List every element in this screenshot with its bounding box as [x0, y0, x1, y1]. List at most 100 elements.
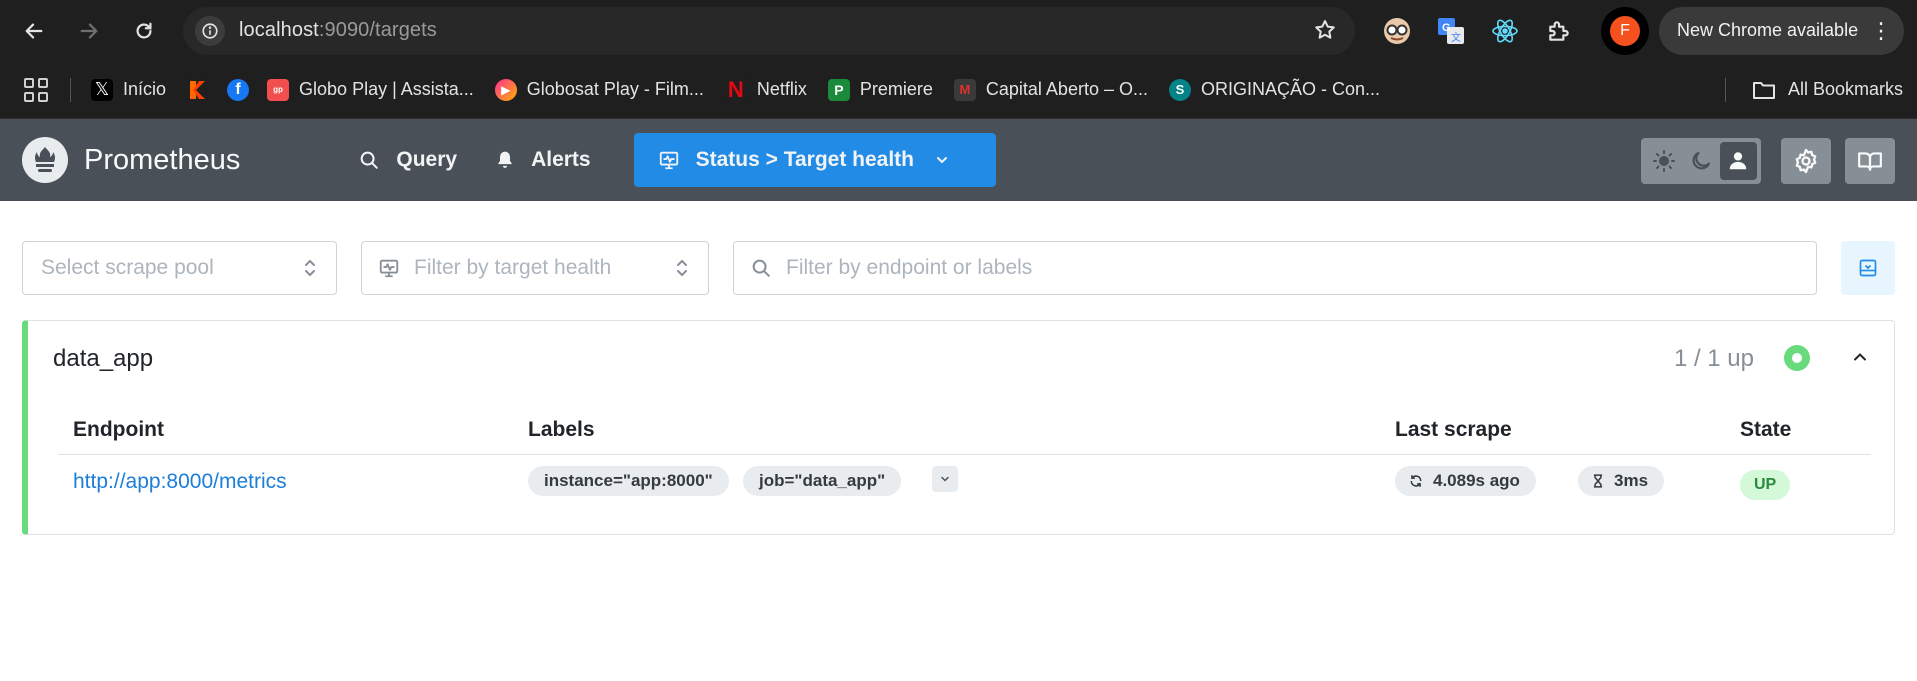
selector-icon — [305, 259, 315, 277]
browser-toolbar: localhost:9090/targets G文 F New Chrome a… — [0, 0, 1917, 61]
chevron-up-icon — [1854, 353, 1866, 361]
glasses-extension-icon[interactable] — [1379, 13, 1415, 49]
chrome-update-button[interactable]: New Chrome available ⋮ — [1659, 6, 1905, 55]
nav-status-label: Status > Target health — [695, 148, 915, 171]
search-icon — [361, 151, 379, 169]
moon-icon — [1692, 151, 1711, 170]
bookmark-originacao[interactable]: S ORIGINAÇÃO - Con... — [1168, 78, 1381, 101]
reload-button[interactable] — [124, 11, 164, 51]
svg-text:文: 文 — [1451, 31, 1461, 44]
bookmark-capital-aberto[interactable]: M Capital Aberto – O... — [953, 78, 1148, 101]
nav-query[interactable]: Query — [358, 133, 477, 187]
last-scrape-value: 4.089s ago — [1433, 471, 1520, 490]
folder-icon — [1752, 81, 1775, 99]
nav-status-dropdown[interactable]: Status > Target health — [633, 133, 997, 187]
scrape-pool-select[interactable]: Select scrape pool — [22, 241, 337, 295]
x-logo-icon: 𝕏 — [91, 78, 113, 101]
last-scrape-badge: 4.089s ago — [1395, 466, 1536, 496]
bookmark-premiere[interactable]: P Premiere — [827, 78, 933, 101]
bookmark-globosat-play[interactable]: ▶ Globosat Play - Film... — [494, 78, 704, 101]
target-health-select[interactable]: Filter by target health — [361, 241, 709, 295]
all-bookmarks-label: All Bookmarks — [1787, 79, 1903, 99]
reload-icon — [136, 22, 152, 39]
forward-button[interactable] — [69, 11, 109, 51]
theme-switcher — [1641, 138, 1761, 184]
scrape-pool-name: data_app — [53, 345, 154, 372]
endpoint-link[interactable]: http://app:8000/metrics — [73, 470, 287, 494]
auto-theme-button[interactable] — [1719, 142, 1757, 180]
monitor-heart-icon — [379, 259, 399, 278]
bookmark-netflix[interactable]: N Netflix — [724, 77, 807, 102]
bookmark-label: Capital Aberto – O... — [985, 79, 1148, 99]
chevron-down-icon — [941, 476, 949, 482]
nav-alerts[interactable]: Alerts — [495, 133, 611, 187]
table-row: http://app:8000/metrics instance="app:80… — [58, 455, 1871, 512]
selector-icon — [677, 259, 687, 277]
apps-grid-icon[interactable] — [24, 77, 48, 102]
bookmark-globo-play[interactable]: gp Globo Play | Assista... — [267, 78, 474, 101]
nav-alerts-label: Alerts — [531, 148, 591, 171]
bookmark-label: Globosat Play - Film... — [526, 79, 704, 99]
arrow-left-icon — [25, 22, 43, 39]
hourglass-icon — [1593, 474, 1603, 488]
label-badge: instance="app:8000" — [528, 466, 729, 496]
react-devtools-icon[interactable] — [1487, 13, 1523, 49]
bookmark-orange-k[interactable] — [187, 78, 210, 101]
dark-theme-button[interactable] — [1682, 142, 1719, 180]
bookmark-inicio[interactable]: 𝕏 Início — [91, 78, 167, 101]
bookmarks-divider — [1724, 77, 1726, 102]
expand-labels-button[interactable] — [932, 466, 958, 492]
profile-initial: F — [1610, 15, 1640, 46]
scrape-pool-placeholder: Select scrape pool — [41, 256, 214, 279]
bookmark-label: Globo Play | Assista... — [299, 79, 474, 99]
bell-icon — [498, 151, 512, 168]
search-icon — [752, 259, 770, 277]
app-brand[interactable]: Prometheus — [84, 144, 240, 177]
pool-health-indicator — [1784, 345, 1810, 371]
monitor-heart-icon — [659, 151, 678, 170]
filters-bar: Select scrape pool Filter by target heal… — [22, 241, 1895, 295]
scrape-pool-card: data_app 1 / 1 up Endpoint Labels Last s… — [22, 320, 1895, 535]
address-bar[interactable]: localhost:9090/targets — [183, 6, 1355, 55]
scrape-duration-value: 3ms — [1614, 471, 1649, 490]
capital-aberto-logo-icon: M — [953, 78, 976, 101]
status-badge: UP — [1740, 470, 1791, 500]
bookmark-facebook[interactable]: f — [227, 78, 250, 101]
puzzle-extensions-icon[interactable] — [1541, 13, 1577, 49]
book-icon — [1858, 152, 1882, 171]
sharepoint-logo-icon: S — [1168, 78, 1191, 101]
site-info-icon[interactable] — [195, 15, 225, 46]
bookmarks-bar: 𝕏 Início f gp Globo Play | Assista... ▶ … — [0, 61, 1917, 119]
table-header: Endpoint Labels Last scrape State — [58, 410, 1871, 455]
bookmarks-divider — [70, 77, 71, 102]
bookmark-label: ORIGINAÇÃO - Con... — [1200, 79, 1381, 99]
back-button[interactable] — [14, 11, 54, 51]
bookmark-label: Início — [123, 79, 167, 99]
play-circle-icon: ▶ — [494, 78, 517, 101]
update-label: New Chrome available — [1677, 20, 1859, 40]
column-state: State — [1740, 418, 1792, 441]
user-icon — [1730, 152, 1747, 170]
bookmark-label: Netflix — [756, 79, 807, 99]
targets-table: Endpoint Labels Last scrape State http:/… — [58, 410, 1871, 512]
gear-icon — [1795, 148, 1817, 174]
light-theme-button[interactable] — [1645, 142, 1682, 180]
translate-extension-icon[interactable]: G文 — [1433, 13, 1469, 49]
settings-button[interactable] — [1781, 138, 1831, 184]
collapse-all-button[interactable] — [1841, 241, 1895, 295]
profile-avatar[interactable]: F — [1601, 6, 1649, 55]
docs-button[interactable] — [1845, 138, 1895, 184]
main-nav: Query Alerts Status > Target health — [358, 133, 1014, 187]
all-bookmarks[interactable]: All Bookmarks — [1724, 77, 1903, 102]
facebook-logo-icon: f — [227, 78, 250, 101]
bookmark-star-icon[interactable] — [1313, 18, 1337, 47]
prometheus-logo-icon[interactable] — [22, 137, 68, 183]
column-labels: Labels — [528, 418, 595, 441]
bookmark-label: Premiere — [859, 79, 933, 99]
scrape-duration-badge: 3ms — [1578, 466, 1665, 496]
collapse-pool-button[interactable] — [1850, 347, 1870, 372]
url-text[interactable]: localhost:9090/targets — [239, 19, 437, 42]
url-host: localhost — [239, 19, 319, 41]
endpoint-label-search[interactable]: Filter by endpoint or labels — [733, 241, 1817, 295]
label-badge: job="data_app" — [743, 466, 902, 496]
